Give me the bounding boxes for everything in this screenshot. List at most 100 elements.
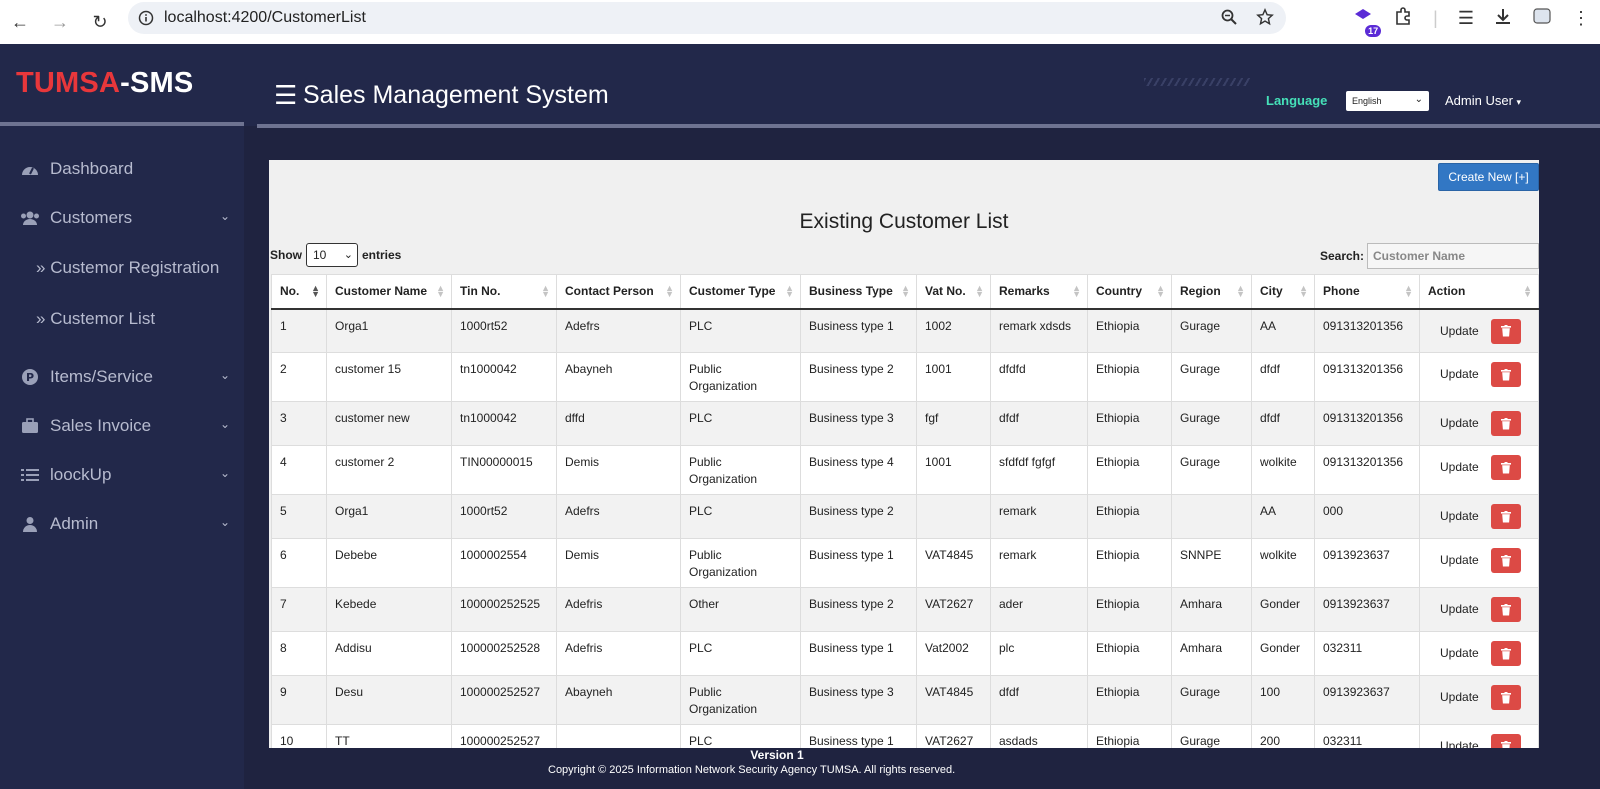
delete-button[interactable] <box>1490 362 1521 387</box>
column-header-no[interactable]: No. ▲ ▼ <box>271 274 327 310</box>
cell-no: 9 <box>271 675 327 725</box>
download-icon[interactable] <box>1494 7 1512 30</box>
update-button[interactable]: Update <box>1440 459 1479 476</box>
puzzle-icon[interactable] <box>1393 6 1413 31</box>
sidebar-subitem-customer-registration[interactable]: » Custemor Registration <box>0 242 244 293</box>
user-icon <box>18 516 42 532</box>
update-button[interactable]: Update <box>1440 366 1479 383</box>
chevron-down-icon: ⌄ <box>219 209 230 223</box>
delete-button[interactable] <box>1490 411 1521 436</box>
table-row: 4 customer 2 TIN00000015 Demis Public Organi… <box>271 445 1539 495</box>
update-button[interactable]: Update <box>1440 601 1479 618</box>
user-menu[interactable]: Admin User ▾ <box>1445 93 1521 108</box>
column-header-business-type[interactable]: Business Type ▲ ▼ <box>800 274 917 310</box>
entries-select[interactable]: 10 ⌄ <box>306 243 358 267</box>
address-bar[interactable]: localhost:4200/CustomerList <box>128 2 1286 34</box>
language-select[interactable]: English ⌄ <box>1346 91 1429 111</box>
delete-button[interactable] <box>1490 318 1521 344</box>
delete-button[interactable] <box>1490 685 1521 710</box>
trash-icon <box>1500 510 1511 522</box>
profile-icon[interactable] <box>1532 6 1552 31</box>
hamburger-icon[interactable]: ☰ <box>274 80 297 111</box>
update-button[interactable]: Update <box>1440 415 1479 432</box>
sidebar-item-customers[interactable]: Customers ⌄ <box>0 193 244 242</box>
column-header-label: Action <box>1428 284 1466 299</box>
cell-vat: 1001 <box>916 445 991 495</box>
sidebar-subitem-label: Custemor List <box>50 308 156 328</box>
column-header-vat[interactable]: Vat No. ▲ ▼ <box>916 274 991 310</box>
cell-city: Gonder <box>1251 587 1315 632</box>
table-row: 9 Desu 100000252527 Abayneh Public Organizat… <box>271 675 1539 725</box>
browser-menu-icon[interactable]: ⋮ <box>1572 8 1590 29</box>
sidebar-item-lookup[interactable]: loockUp ⌄ <box>0 450 244 499</box>
cell-btype: Business type 1 <box>800 538 917 588</box>
search-input[interactable]: Customer Name <box>1367 243 1539 269</box>
bookmark-star-icon[interactable] <box>1256 7 1274 31</box>
reload-icon[interactable]: ↻ <box>80 4 120 40</box>
delete-button[interactable] <box>1490 641 1521 666</box>
update-button[interactable]: Update <box>1440 552 1479 569</box>
trash-icon <box>1500 647 1511 659</box>
row-actions: Update <box>1428 318 1530 344</box>
column-header-region[interactable]: Region ▲ ▼ <box>1171 274 1252 310</box>
sidebar-item-admin[interactable]: Admin ⌄ <box>0 499 244 548</box>
update-button[interactable]: Update <box>1440 323 1479 340</box>
sort-icon: ▲ ▼ <box>1299 283 1308 299</box>
zoom-icon[interactable] <box>1220 8 1238 31</box>
column-header-customer-name[interactable]: Customer Name ▲ ▼ <box>326 274 452 310</box>
column-header-country[interactable]: Country ▲ ▼ <box>1087 274 1172 310</box>
cell-region: Gurage <box>1171 401 1252 446</box>
cell-tin: 1000rt52 <box>451 308 557 353</box>
cell-phone: 0913923637 <box>1314 538 1420 588</box>
sidebar-item-label: Items/Service <box>50 366 153 386</box>
cell-country: Ethiopia <box>1087 401 1172 446</box>
create-new-button[interactable]: Create New [+] <box>1438 163 1539 191</box>
back-icon[interactable]: ← <box>0 4 40 40</box>
sidebar-item-items-service[interactable]: P Items/Service ⌄ <box>0 352 244 401</box>
delete-button[interactable] <box>1490 734 1521 748</box>
sidebar-item-dashboard[interactable]: Dashboard <box>0 144 244 193</box>
update-button[interactable]: Update <box>1440 738 1479 748</box>
extension-badge-icon[interactable]: 17 <box>1353 6 1382 37</box>
sidebar-item-label: Admin <box>50 513 99 533</box>
column-header-label: Remarks <box>999 284 1050 299</box>
update-button[interactable]: Update <box>1440 689 1479 706</box>
update-button[interactable]: Update <box>1440 645 1479 662</box>
cell-country: Ethiopia <box>1087 308 1172 353</box>
column-header-tin[interactable]: Tin No. ▲ ▼ <box>451 274 557 310</box>
cell-ctype: PLC <box>680 494 801 539</box>
media-queue-icon[interactable]: ☰ <box>1458 8 1474 29</box>
delete-button[interactable] <box>1490 504 1521 529</box>
brand-logo[interactable]: TUMSA -SMS <box>0 44 244 122</box>
delete-button[interactable] <box>1490 455 1521 480</box>
cell-city: dfdf <box>1251 352 1315 402</box>
column-header-remarks[interactable]: Remarks ▲ ▼ <box>990 274 1088 310</box>
sidebar-item-sales-invoice[interactable]: Sales Invoice ⌄ <box>0 401 244 450</box>
cell-btype: Business type 1 <box>800 724 917 748</box>
column-header-customer-type[interactable]: Customer Type ▲ ▼ <box>680 274 801 310</box>
forward-icon[interactable]: → <box>40 4 80 40</box>
row-actions: Update <box>1428 504 1530 529</box>
update-button[interactable]: Update <box>1440 508 1479 525</box>
delete-button[interactable] <box>1490 597 1521 622</box>
column-header-contact[interactable]: Contact Person ▲ ▼ <box>556 274 681 310</box>
cell-btype: Business type 1 <box>800 631 917 676</box>
column-header-phone[interactable]: Phone ▲ ▼ <box>1314 274 1420 310</box>
cell-name: Orga1 <box>326 308 452 353</box>
p-circle-icon: P <box>18 368 42 386</box>
cell-ctype: Public Organization <box>680 538 801 588</box>
site-info-icon[interactable] <box>128 10 164 26</box>
sort-icon: ▲ ▼ <box>1523 283 1532 299</box>
column-header-label: Tin No. <box>460 284 501 299</box>
chevron-down-icon: ⌄ <box>1414 94 1423 105</box>
cell-no: 4 <box>271 445 327 495</box>
column-header-action[interactable]: Action ▲ ▼ <box>1419 274 1539 310</box>
cell-btype: Business type 3 <box>800 401 917 446</box>
column-header-city[interactable]: City ▲ ▼ <box>1251 274 1315 310</box>
sidebar-subitem-customer-list[interactable]: » Custemor List <box>0 293 244 344</box>
cell-city: 100 <box>1251 675 1315 725</box>
delete-button[interactable] <box>1490 548 1521 573</box>
column-header-label: Region <box>1180 284 1221 299</box>
cell-name: customer new <box>326 401 452 446</box>
dashboard-icon <box>18 161 42 177</box>
